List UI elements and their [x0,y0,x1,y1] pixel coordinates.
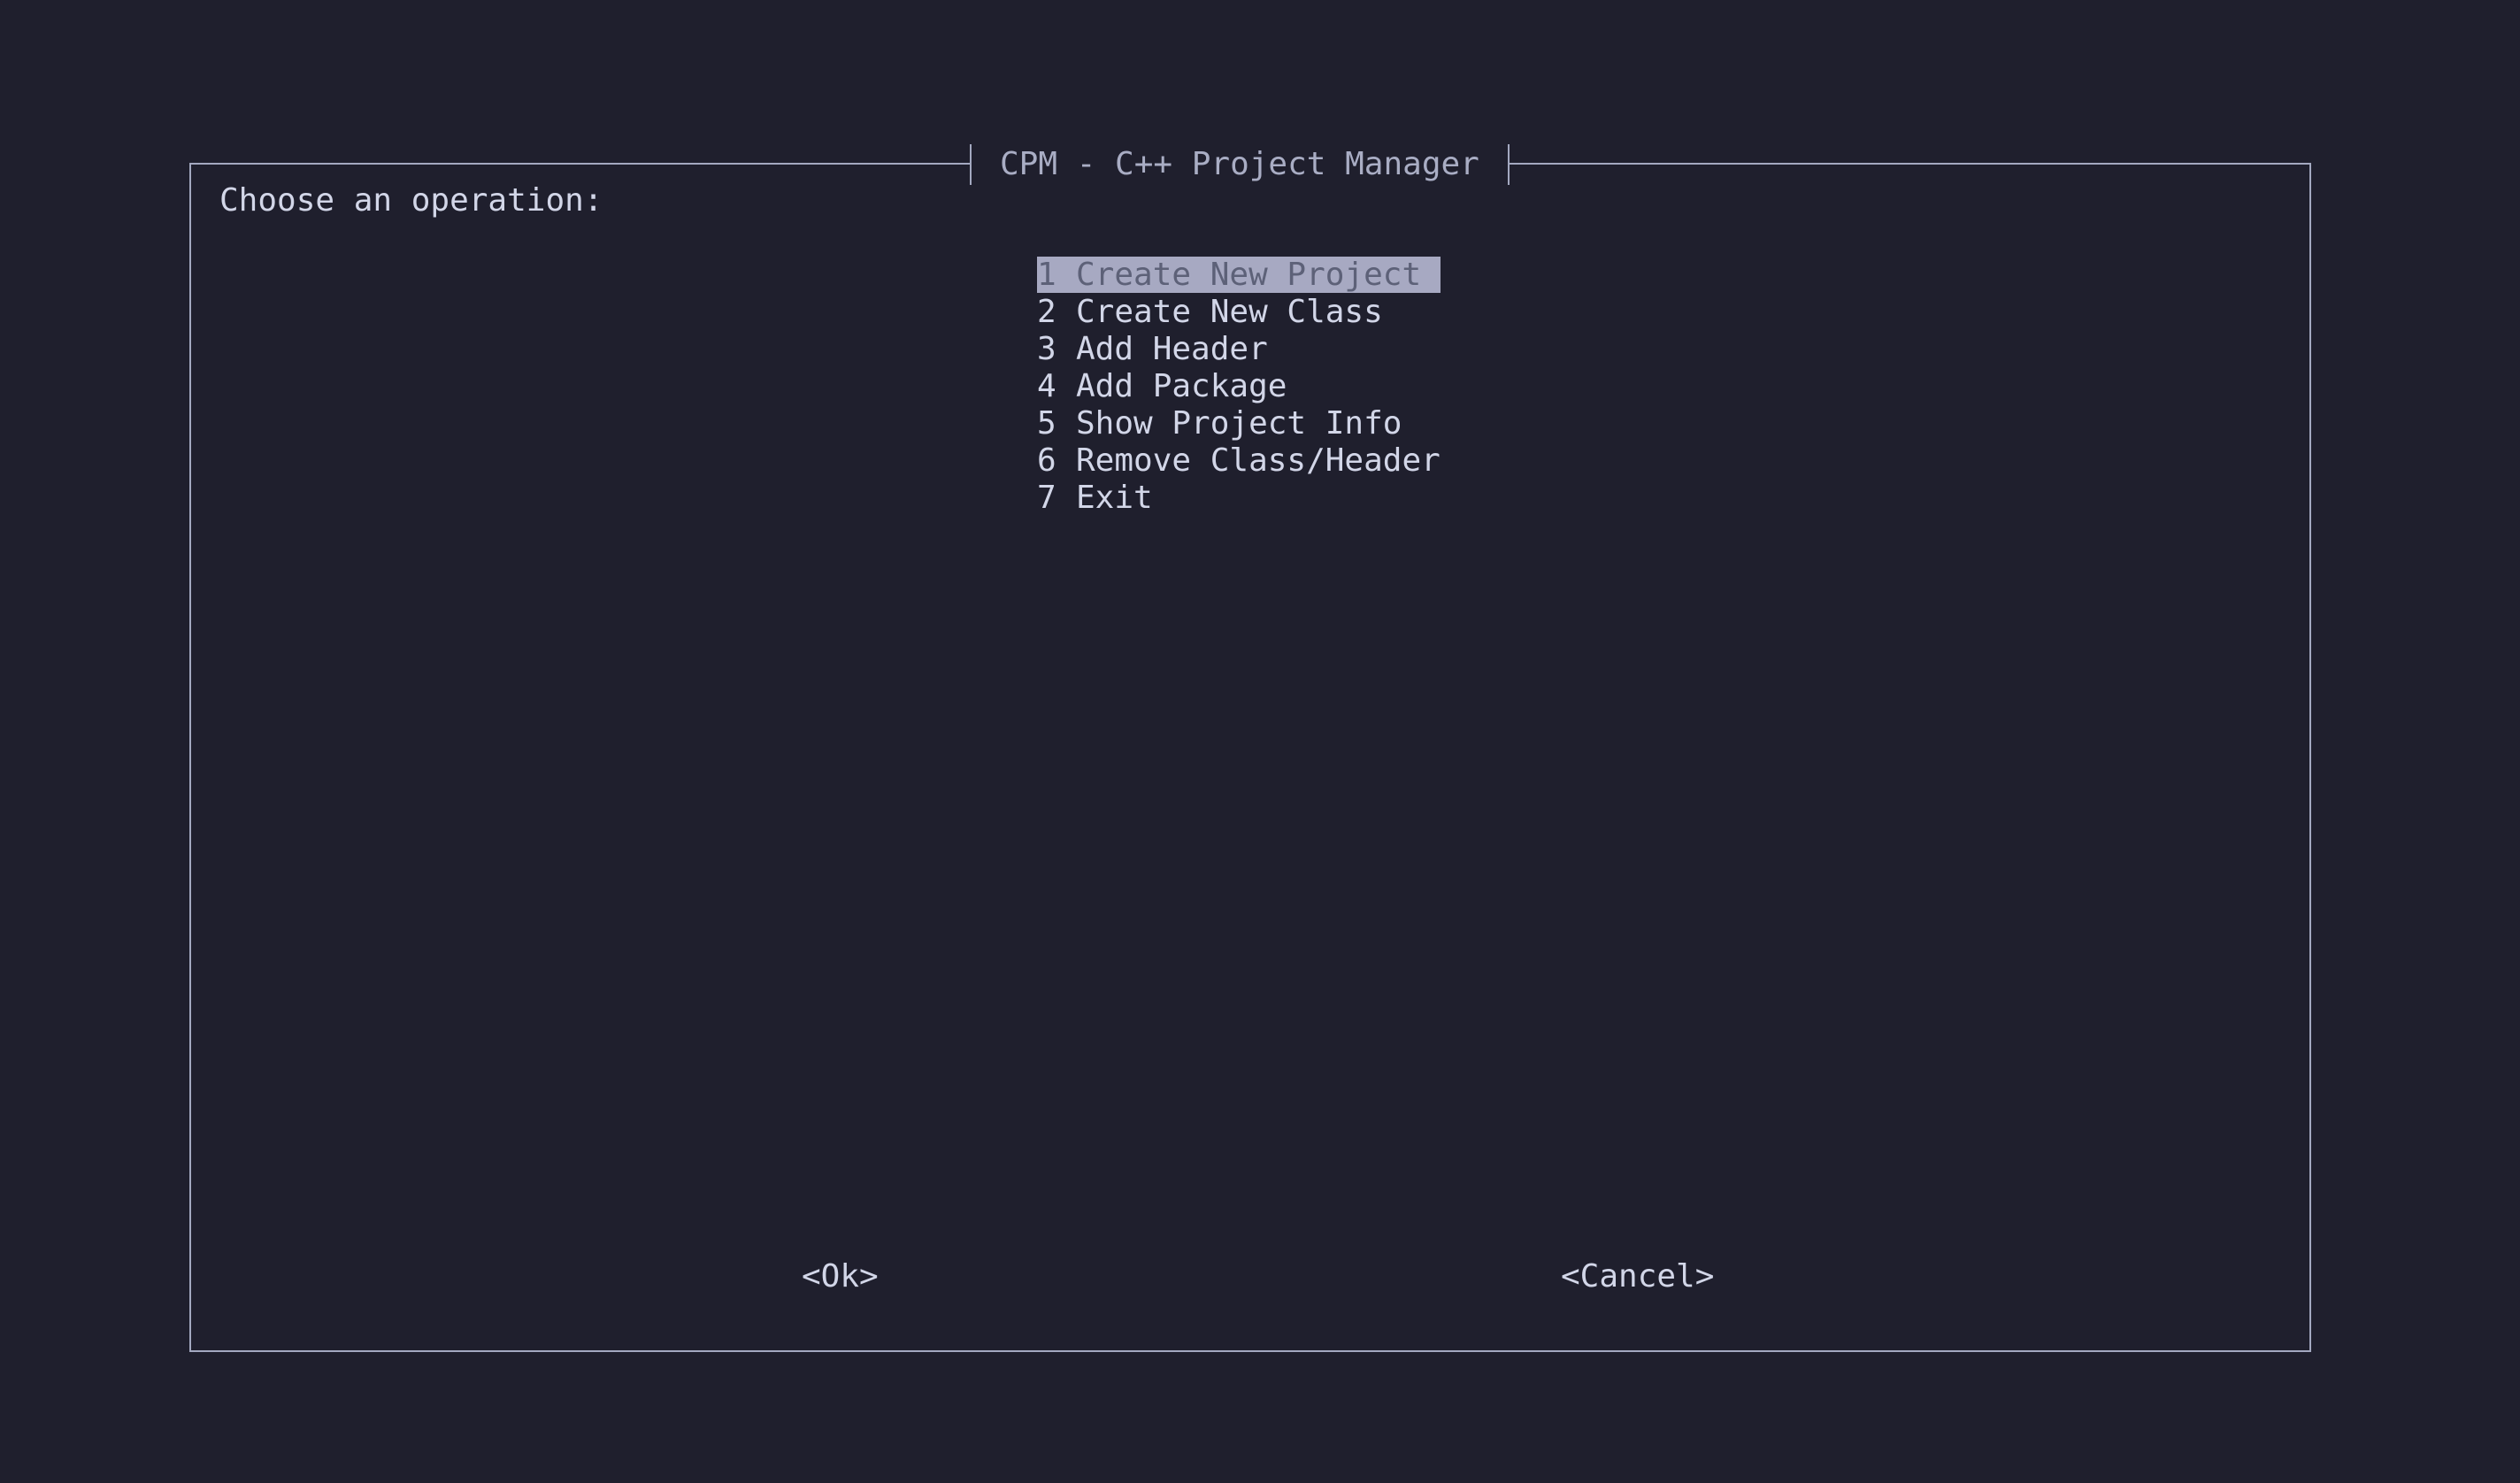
menu-item-label: Add Header [1076,331,1268,367]
menu-item-label: Remove Class/Header [1076,442,1441,479]
menu-item-key: 6 [1037,442,1056,479]
menu-item-key: 3 [1037,331,1056,367]
menu-item-exit[interactable]: 7 Exit [1037,480,1441,517]
menu-item-label: Add Package [1076,368,1287,404]
operation-menu: 1 Create New Project 2 Create New Class 3A… [1037,257,1441,517]
dialog-title: CPM - C++ Project Manager [1000,146,1479,182]
menu-item-key: 2 [1037,294,1056,330]
dialog-box: CPM - C++ Project Manager Choose an oper… [189,142,2311,1352]
menu-item-create-new-project[interactable]: 1 Create New Project [1037,257,1441,294]
menu-item-key: 1 [1037,257,1056,293]
menu-item-key: 4 [1037,368,1056,404]
menu-item-label: Show Project Info [1076,405,1402,442]
menu-item-remove-class-header[interactable]: 6 Remove Class/Header [1037,442,1441,480]
menu-item-add-package[interactable]: 4 Add Package [1037,368,1441,405]
menu-item-key: 7 [1037,480,1056,516]
cancel-button[interactable]: <Cancel> [1561,1258,1714,1295]
title-right-tick [1507,144,1510,185]
menu-item-key: 5 [1037,405,1056,442]
menu-item-create-new-class[interactable]: 2 Create New Class [1037,294,1441,331]
menu-item-label: Create New Project [1076,257,1422,293]
ok-button[interactable]: <Ok> [802,1258,879,1295]
menu-item-label: Create New Class [1076,294,1383,330]
dialog-title-bar: CPM - C++ Project Manager [970,142,1510,187]
menu-item-add-header[interactable]: 3 Add Header [1037,331,1441,368]
menu-item-label: Exit [1076,480,1153,516]
operation-prompt: Choose an operation: [219,182,603,219]
menu-item-selection-highlight: 1 Create New Project [1037,257,1441,293]
menu-item-show-project-info[interactable]: 5 Show Project Info [1037,405,1441,442]
